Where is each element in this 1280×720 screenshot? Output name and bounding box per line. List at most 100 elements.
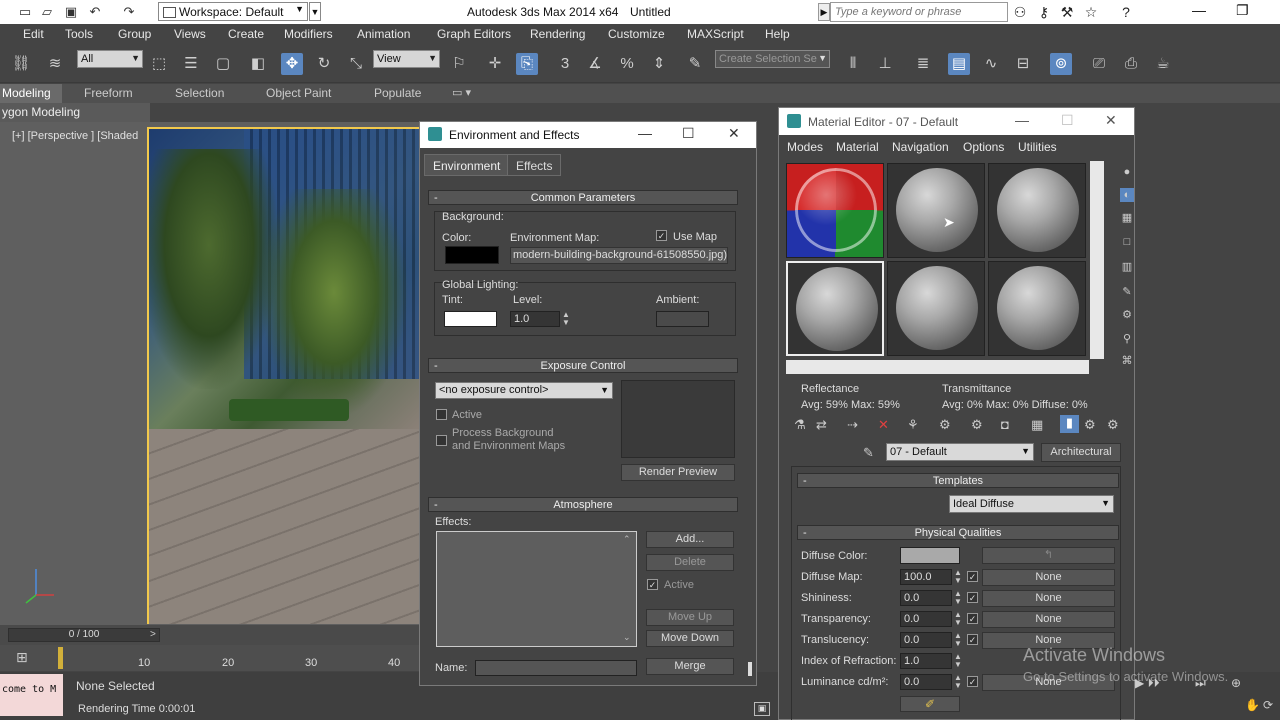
- go-forward-sibling-icon[interactable]: ⚙: [1107, 417, 1119, 433]
- atmosphere-effects-list[interactable]: ⌃ ⌄: [436, 531, 637, 647]
- rollout-common-parameters[interactable]: - Common Parameters: [428, 190, 738, 205]
- material-slot[interactable]: ➤: [887, 163, 985, 258]
- delete-effect-button[interactable]: Delete: [646, 554, 734, 571]
- mirror-icon[interactable]: ⫴: [842, 53, 864, 75]
- ribbon-tab-freeform[interactable]: Freeform: [84, 86, 133, 100]
- select-by-material-icon[interactable]: ⚲: [1120, 332, 1134, 346]
- ribbon-tab-object-paint[interactable]: Object Paint: [266, 86, 331, 100]
- binoculars-icon[interactable]: ⚇: [1010, 3, 1030, 21]
- luminance-spinner[interactable]: ▲ ▼: [954, 674, 962, 690]
- dialog-title-bar[interactable]: Material Editor - 07 - Default — ☐ ✕: [779, 108, 1134, 135]
- material-map-navigator-icon[interactable]: ⌘: [1120, 354, 1134, 368]
- material-slot[interactable]: [887, 261, 985, 356]
- zoom-icon[interactable]: ⊕: [1231, 676, 1241, 690]
- reset-map-icon[interactable]: ✕: [878, 417, 889, 433]
- menu-graph-editors[interactable]: Graph Editors: [437, 27, 511, 41]
- material-slot[interactable]: [988, 163, 1086, 258]
- menu-modifiers[interactable]: Modifiers: [284, 27, 333, 41]
- workspace-menu-button[interactable]: ▼: [309, 2, 321, 21]
- shininess-spinner[interactable]: ▲ ▼: [954, 590, 962, 606]
- slots-horizontal-scrollbar[interactable]: [786, 360, 1089, 374]
- backlight-icon[interactable]: ◐: [1120, 188, 1134, 202]
- copy-material-icon[interactable]: ⚘: [907, 417, 919, 433]
- selection-filter-dropdown[interactable]: All ▼: [77, 50, 143, 68]
- edit-named-sel-icon[interactable]: ✎: [684, 53, 706, 75]
- transparency-checkbox[interactable]: ✓: [967, 613, 978, 624]
- redo-icon[interactable]: ↷: [120, 3, 138, 20]
- assign-material-icon[interactable]: ⇢: [847, 417, 858, 433]
- material-slot[interactable]: [988, 261, 1086, 356]
- shininess-map-button[interactable]: None: [982, 590, 1115, 607]
- maximize-button[interactable]: ☐: [1061, 112, 1074, 129]
- translucency-spinner[interactable]: ▲ ▼: [954, 632, 962, 648]
- video-color-icon[interactable]: ▥: [1120, 260, 1134, 274]
- menu-maxscript[interactable]: MAXScript: [687, 27, 744, 41]
- diffuse-to-color-button[interactable]: ↰: [982, 547, 1115, 564]
- menu-views[interactable]: Views: [174, 27, 206, 41]
- effect-name-input[interactable]: [475, 660, 637, 676]
- maximize-button[interactable]: ❐: [1236, 2, 1249, 19]
- isolate-selection-icon[interactable]: ▣: [754, 702, 770, 716]
- diffuse-map-button[interactable]: None: [982, 569, 1115, 586]
- dialog-scrollbar[interactable]: [748, 662, 752, 676]
- render-icon[interactable]: ☕: [1152, 53, 1174, 75]
- level-spinner[interactable]: ▲ ▼: [562, 311, 570, 327]
- rollout-templates[interactable]: - Templates: [797, 473, 1119, 488]
- undo-icon[interactable]: ↶: [86, 3, 104, 20]
- move-down-button[interactable]: Move Down: [646, 630, 734, 647]
- rotate-icon[interactable]: ↻: [313, 53, 335, 75]
- angle-snap-icon[interactable]: ∡: [584, 53, 606, 75]
- material-name-dropdown[interactable]: 07 - Default ▼: [886, 443, 1034, 461]
- menu-rendering[interactable]: Rendering: [530, 27, 585, 41]
- pan-icon[interactable]: ✋: [1245, 698, 1260, 712]
- star-icon[interactable]: ☆: [1081, 3, 1101, 21]
- orbit-icon[interactable]: ⟳: [1263, 698, 1273, 712]
- exposure-active-checkbox[interactable]: [436, 409, 447, 420]
- ribbon-tab-selection[interactable]: Selection: [175, 86, 224, 100]
- search-expand-button[interactable]: ▶: [818, 3, 830, 21]
- align-icon[interactable]: ⊥: [874, 53, 896, 75]
- make-preview-icon[interactable]: ✎: [1120, 285, 1134, 299]
- material-slot-selected[interactable]: [786, 261, 884, 356]
- put-to-library-icon[interactable]: ⚙: [971, 417, 983, 433]
- shininess-input[interactable]: 0.0: [900, 590, 952, 606]
- menu-edit[interactable]: Edit: [23, 27, 44, 41]
- window-crossing-icon[interactable]: ◧: [247, 53, 269, 75]
- spinner-snap-icon[interactable]: ⇕: [648, 53, 670, 75]
- menu-utilities[interactable]: Utilities: [1018, 140, 1057, 154]
- save-icon[interactable]: ▣: [62, 3, 80, 20]
- keyboard-shortcut-icon[interactable]: ⎘: [516, 53, 538, 75]
- search-input[interactable]: Type a keyword or phrase: [830, 2, 1008, 22]
- track-bar[interactable]: ⊞ 10 20 30 40: [0, 645, 420, 671]
- unlink-icon[interactable]: ≋: [44, 53, 66, 75]
- schematic-view-icon[interactable]: ⊟: [1012, 53, 1034, 75]
- ribbon-tab-populate[interactable]: Populate: [374, 86, 421, 100]
- index-of-refraction-spinner[interactable]: ▲ ▼: [954, 653, 962, 669]
- tab-effects[interactable]: Effects: [507, 154, 562, 176]
- new-icon[interactable]: ▭: [16, 3, 34, 20]
- slots-vertical-scrollbar[interactable]: [1090, 161, 1104, 359]
- scroll-down-icon[interactable]: ⌄: [623, 632, 631, 643]
- get-material-icon[interactable]: ⚗: [794, 417, 806, 433]
- named-selection-set-input[interactable]: Create Selection Se ▼: [715, 50, 830, 68]
- scene-explorer-icon[interactable]: ▤: [948, 53, 970, 75]
- select-object-icon[interactable]: ⬚: [148, 53, 170, 75]
- ambient-color-swatch[interactable]: [656, 311, 709, 327]
- put-to-scene-icon[interactable]: ⇄: [816, 417, 827, 433]
- merge-button[interactable]: Merge: [646, 658, 734, 675]
- ribbon-options-icon[interactable]: ▭ ▾: [452, 86, 471, 99]
- menu-customize[interactable]: Customize: [608, 27, 665, 41]
- go-to-parent-icon[interactable]: ⚙: [1084, 417, 1096, 433]
- minimize-button[interactable]: —: [638, 125, 652, 141]
- index-of-refraction-input[interactable]: 1.0: [900, 653, 952, 669]
- scale-icon[interactable]: ⤡: [345, 53, 367, 75]
- pivot-icon[interactable]: ⚐: [448, 53, 470, 75]
- translucency-checkbox[interactable]: ✓: [967, 634, 978, 645]
- luminance-checkbox[interactable]: ✓: [967, 676, 978, 687]
- key-icon[interactable]: ⚷: [1034, 3, 1054, 21]
- eyedropper-icon[interactable]: ✎: [863, 445, 874, 461]
- tint-color-swatch[interactable]: [444, 311, 497, 327]
- link-icon[interactable]: ⛓: [10, 53, 32, 75]
- menu-help[interactable]: Help: [765, 27, 790, 41]
- sample-uv-icon[interactable]: □: [1120, 235, 1134, 249]
